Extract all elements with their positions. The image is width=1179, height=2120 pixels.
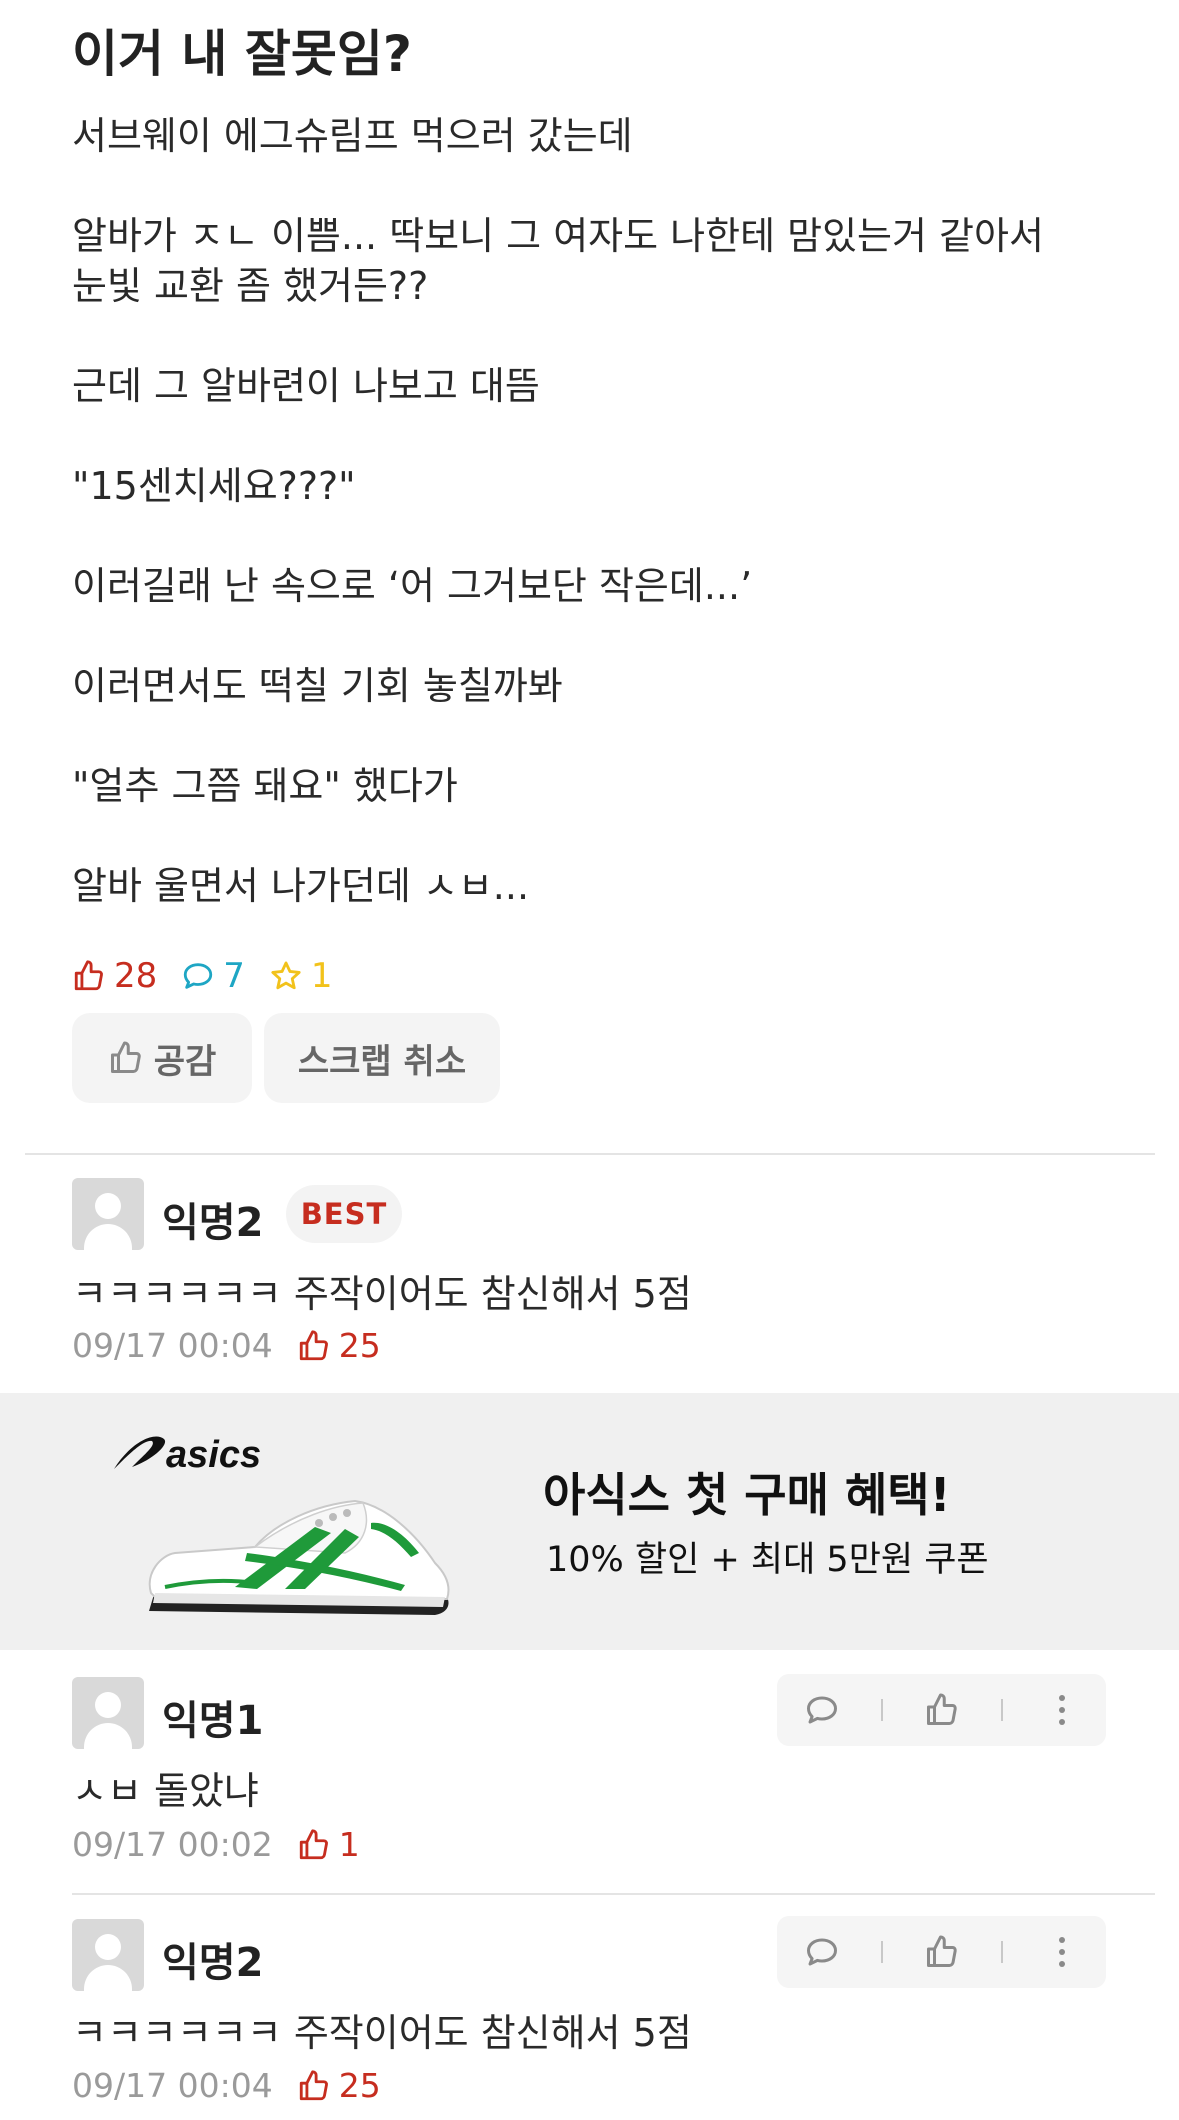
ad-subtitle: 10% 할인 + 최대 5만원 쿠폰 bbox=[546, 1540, 989, 1580]
post-body-line: 알바가 ㅈㄴ 이쁨... 딱보니 그 여자도 나한테 맘있는거 같아서 bbox=[72, 214, 1044, 258]
comment-icon bbox=[806, 1938, 837, 1966]
thumbs-up-icon bbox=[926, 1935, 957, 1967]
comment-author: 익명2 bbox=[162, 1940, 264, 1986]
post-body-line: 알바 울면서 나가던데 ㅅㅂ... bbox=[72, 864, 530, 908]
comment-actions bbox=[777, 1916, 1106, 1988]
asics-logo: asics bbox=[114, 1434, 261, 1476]
more-icon bbox=[1058, 1695, 1065, 1725]
comment-icon bbox=[184, 963, 213, 989]
avatar-icon bbox=[72, 1677, 144, 1749]
like-count: 28 bbox=[72, 956, 157, 996]
scrap-count-value: 1 bbox=[310, 956, 333, 996]
comment-like-button[interactable] bbox=[912, 1680, 972, 1740]
comment-count-value: 7 bbox=[223, 956, 245, 996]
comment-like-button[interactable] bbox=[912, 1922, 972, 1982]
post-body-line: 이러길래 난 속으로 ‘어 그거보단 작은데...’ bbox=[72, 564, 753, 608]
comment-count: 7 bbox=[181, 956, 245, 996]
comment-meta: 09/17 00:04 25 bbox=[72, 1326, 381, 1365]
comment-time: 09/17 00:02 bbox=[72, 1825, 273, 1864]
thumbs-up-icon bbox=[74, 960, 103, 991]
comment-likes-value: 1 bbox=[338, 1825, 360, 1864]
star-icon bbox=[271, 961, 301, 990]
divider bbox=[72, 1893, 1155, 1895]
like-count-value: 28 bbox=[114, 956, 158, 996]
shoe-image bbox=[148, 1499, 450, 1615]
avatar-icon bbox=[72, 1919, 144, 1991]
more-icon bbox=[1058, 1937, 1065, 1967]
comment-text: ㅅㅂ 돌았냐 bbox=[72, 1769, 259, 1813]
comment-author: 익명2 bbox=[162, 1200, 264, 1246]
comment-meta: 09/17 00:02 1 bbox=[72, 1825, 360, 1864]
scrap-count: 1 bbox=[269, 956, 333, 996]
scrap-cancel-label: 스크랩 취소 bbox=[297, 1041, 467, 1082]
post-body-line: 서브웨이 에그슈림프 먹으러 갔는데 bbox=[72, 114, 633, 158]
ad-title: 아식스 첫 구매 혜택! bbox=[543, 1468, 951, 1522]
more-button[interactable] bbox=[1032, 1680, 1092, 1740]
comment-likes: 25 bbox=[297, 2066, 381, 2105]
thumbs-up-icon bbox=[926, 1693, 957, 1725]
post-stats: 28 7 1 bbox=[72, 952, 357, 1000]
comment-meta: 09/17 00:04 25 bbox=[72, 2066, 381, 2105]
post-body-line: "얼추 그쯤 돼요" 했다가 bbox=[72, 764, 458, 808]
thumbs-up-icon bbox=[110, 1041, 141, 1073]
best-badge: BEST bbox=[286, 1185, 402, 1243]
post-body-line: 눈빛 교환 좀 했거든?? bbox=[72, 264, 429, 308]
comment-likes: 25 bbox=[297, 1326, 381, 1365]
thumbs-up-icon bbox=[299, 1828, 328, 1859]
divider bbox=[25, 1153, 1155, 1155]
comment-actions bbox=[777, 1674, 1106, 1746]
comment-icon bbox=[806, 1696, 837, 1724]
ad-banner[interactable]: asics 아식스 첫 구매 혜택! 10% 할인 + 최대 5만원 쿠폰 bbox=[0, 1393, 1179, 1650]
comment-likes-value: 25 bbox=[338, 1326, 381, 1365]
post-body-line: 이러면서도 떡칠 기회 놓칠까봐 bbox=[72, 664, 563, 708]
post-body-line: 근데 그 알바련이 나보고 대뜸 bbox=[72, 364, 540, 408]
reply-button[interactable] bbox=[792, 1922, 852, 1982]
post-body-line: "15센치세요???" bbox=[72, 464, 356, 508]
comment-time: 09/17 00:04 bbox=[72, 2066, 273, 2105]
post-title: 이거 내 잘못임? bbox=[72, 25, 412, 83]
thumbs-up-icon bbox=[299, 2069, 328, 2100]
like-button-label: 공감 bbox=[153, 1041, 217, 1082]
thumbs-up-icon bbox=[299, 1329, 328, 1360]
more-button[interactable] bbox=[1032, 1922, 1092, 1982]
like-button[interactable]: 공감 bbox=[72, 1013, 252, 1103]
scrap-cancel-button[interactable]: 스크랩 취소 bbox=[264, 1013, 500, 1103]
comment-time: 09/17 00:04 bbox=[72, 1326, 273, 1365]
comment-text: ㅋㅋㅋㅋㅋㅋ 주작이어도 참신해서 5점 bbox=[72, 2011, 692, 2055]
avatar-icon bbox=[72, 1178, 144, 1250]
comment-author: 익명1 bbox=[162, 1698, 264, 1744]
ad-brand: asics bbox=[166, 1434, 261, 1476]
comment-text: ㅋㅋㅋㅋㅋㅋ 주작이어도 참신해서 5점 bbox=[72, 1272, 692, 1316]
comment-likes: 1 bbox=[297, 1825, 360, 1864]
reply-button[interactable] bbox=[792, 1680, 852, 1740]
comment-likes-value: 25 bbox=[338, 2066, 381, 2105]
